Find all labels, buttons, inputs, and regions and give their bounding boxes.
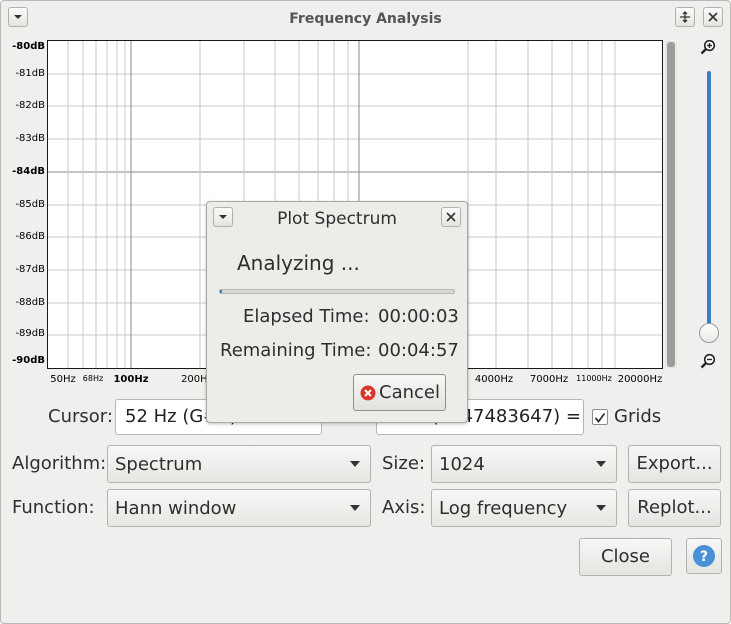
y-tick-label: -83dB xyxy=(15,133,45,144)
elapsed-time-label: Elapsed Time: xyxy=(243,306,370,327)
help-icon: ? xyxy=(693,545,715,567)
axis-select[interactable]: Log frequency xyxy=(431,489,617,527)
close-button[interactable]: Close xyxy=(579,538,672,576)
plot-spectrum-dialog: Plot Spectrum Analyzing ... Elapsed Time… xyxy=(206,201,468,423)
function-select[interactable]: Hann window xyxy=(107,489,371,527)
y-tick-label: -86dB xyxy=(15,231,45,242)
cancel-button[interactable]: Cancel xyxy=(353,374,446,411)
algorithm-label: Algorithm: xyxy=(12,453,107,474)
elapsed-time-value: 00:00:03 xyxy=(378,306,459,327)
grids-checkbox[interactable] xyxy=(592,409,608,425)
axis-label: Axis: xyxy=(382,497,426,518)
help-glyph: ? xyxy=(700,549,708,565)
x-tick-label: 50Hz xyxy=(50,374,76,385)
y-tick-label: -88dB xyxy=(15,297,45,308)
size-label: Size: xyxy=(382,453,426,474)
zoom-out-icon[interactable] xyxy=(700,353,716,369)
maximize-button[interactable] xyxy=(675,7,695,27)
x-tick-label: 7000Hz xyxy=(529,374,569,385)
replot-button[interactable]: Replot... xyxy=(628,489,721,527)
size-select[interactable]: 1024 xyxy=(431,445,617,483)
close-window-button[interactable] xyxy=(703,7,723,27)
y-tick-label: -82dB xyxy=(15,100,45,111)
x-tick-label: 4000Hz xyxy=(474,374,514,385)
y-tick-label: -81dB xyxy=(15,68,45,79)
plot-scrollbar-thumb[interactable] xyxy=(667,42,675,367)
help-button[interactable]: ? xyxy=(686,538,722,574)
close-icon xyxy=(446,212,456,222)
cancel-icon xyxy=(360,385,376,401)
title-bar: Frequency Analysis xyxy=(1,1,730,35)
checkmark-icon xyxy=(594,412,606,423)
y-tick-label: -89dB xyxy=(15,328,45,339)
progress-bar-fill xyxy=(220,290,223,293)
dropdown-arrow-icon xyxy=(350,505,360,511)
grids-label: Grids xyxy=(614,406,662,427)
dropdown-arrow-icon xyxy=(596,505,606,511)
x-tick-label: 100Hz xyxy=(113,374,149,385)
export-button[interactable]: Export... xyxy=(628,445,721,483)
progress-bar xyxy=(219,289,455,294)
algorithm-select-value: Spectrum xyxy=(115,454,203,475)
dropdown-arrow-icon xyxy=(350,461,360,467)
y-tick-label: -84dB xyxy=(12,166,45,177)
cancel-button-label: Cancel xyxy=(379,382,440,403)
axis-select-value: Log frequency xyxy=(439,498,568,519)
function-select-value: Hann window xyxy=(115,498,237,519)
y-tick-label: -85dB xyxy=(15,199,45,210)
algorithm-select[interactable]: Spectrum xyxy=(107,445,371,483)
remaining-time-value: 00:04:57 xyxy=(378,340,459,361)
x-tick-label: 68Hz xyxy=(82,374,104,383)
x-tick-label: 20000Hz xyxy=(617,374,663,385)
y-tick-label: -90dB xyxy=(12,355,45,366)
y-tick-label: -87dB xyxy=(15,264,45,275)
dialog-close-button[interactable] xyxy=(441,207,461,227)
function-label: Function: xyxy=(12,497,95,518)
window-title: Frequency Analysis xyxy=(289,11,442,27)
remaining-time-label: Remaining Time: xyxy=(220,340,372,361)
zoom-slider-handle[interactable] xyxy=(699,323,719,343)
analyzing-status: Analyzing ... xyxy=(237,251,360,275)
dropdown-arrow-icon xyxy=(596,461,606,467)
x-tick-label: 11000Hz xyxy=(576,374,612,383)
cursor-label: Cursor: xyxy=(48,406,113,427)
y-tick-label: -80dB xyxy=(12,41,45,52)
size-select-value: 1024 xyxy=(439,454,485,475)
close-icon xyxy=(708,12,718,22)
frequency-analysis-window: Frequency Analysis -80dB -81dB -82dB -83… xyxy=(0,0,731,624)
dialog-title: Plot Spectrum xyxy=(277,209,397,229)
zoom-slider-track[interactable] xyxy=(707,71,711,329)
zoom-in-icon[interactable] xyxy=(700,39,716,55)
maximize-icon xyxy=(680,11,690,23)
